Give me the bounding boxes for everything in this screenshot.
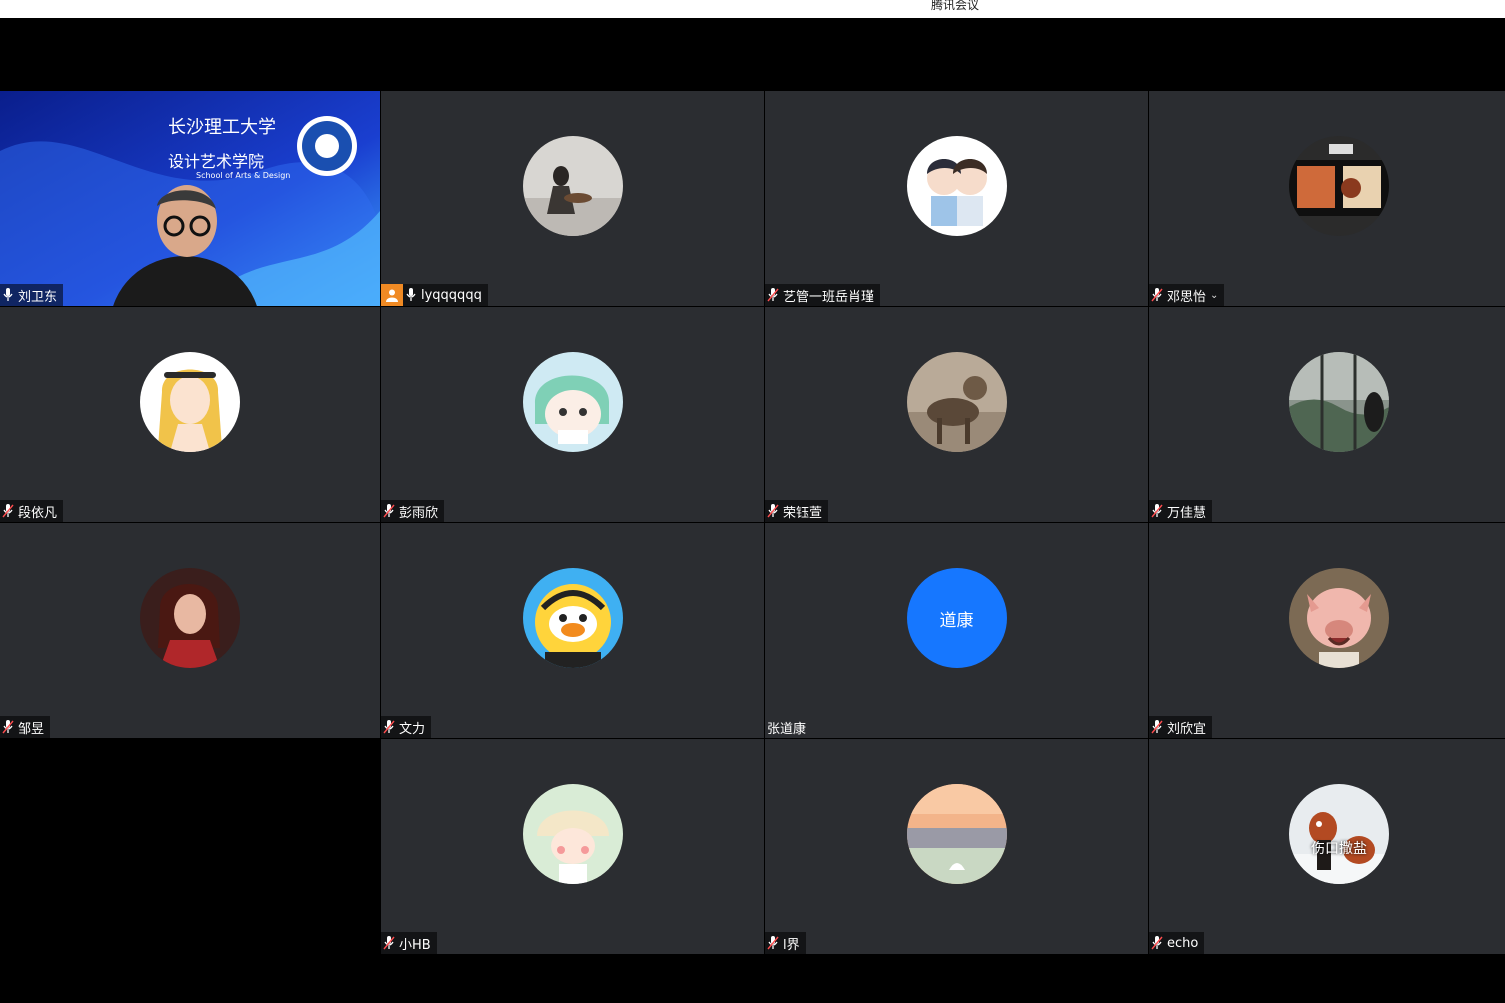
participant-name: 张道康 xyxy=(767,721,807,737)
avatar-overlay-text: 伤口撒盐 xyxy=(1311,841,1367,857)
mic-icon[interactable] xyxy=(403,284,419,306)
avatar-image xyxy=(140,568,240,668)
participant-tile[interactable]: 荣钰萱 xyxy=(765,307,1148,522)
mic-icon[interactable] xyxy=(0,284,16,306)
participant-name: 万佳慧 xyxy=(1167,505,1207,521)
participant-name: 荣钰萱 xyxy=(783,505,823,521)
participant-name: 彭雨欣 xyxy=(399,505,439,521)
avatar-image xyxy=(1289,568,1389,668)
participant-name: 邓思怡 xyxy=(1167,289,1207,305)
mic-muted-icon[interactable] xyxy=(381,500,397,522)
participant-name: 刘欣宜 xyxy=(1167,721,1207,737)
mic-muted-icon[interactable] xyxy=(765,284,781,306)
mic-muted-icon[interactable] xyxy=(0,500,16,522)
host-icon xyxy=(381,284,403,306)
avatar-image xyxy=(1289,352,1389,452)
participant-tile[interactable]: 刘欣宜 xyxy=(1149,523,1505,738)
participant-name: 小HB xyxy=(399,937,431,953)
avatar-image xyxy=(522,136,623,236)
participant-name: l界 xyxy=(783,937,800,953)
participant-name: 刘卫东 xyxy=(18,289,58,305)
mic-muted-icon[interactable] xyxy=(381,932,397,954)
participant-tile[interactable]: 艺管一班岳肖瑾 xyxy=(765,91,1148,306)
participant-name: echo xyxy=(1167,935,1199,951)
participant-label: 邹昱 xyxy=(0,716,51,738)
participant-label: 小HB xyxy=(381,932,437,954)
participant-label: 彭雨欣 xyxy=(381,500,445,522)
chevron-down-icon[interactable]: ⌄ xyxy=(1210,290,1218,301)
avatar-image xyxy=(140,352,240,452)
participant-label: 荣钰萱 xyxy=(765,500,829,522)
mic-muted-icon[interactable] xyxy=(765,500,781,522)
participant-tile-video[interactable]: 长沙理工大学 设计艺术学院 School of Arts & Design 刘卫… xyxy=(0,91,380,306)
mic-muted-icon[interactable] xyxy=(1149,716,1165,738)
participant-tile[interactable]: 彭雨欣 xyxy=(381,307,764,522)
participant-label: 邓思怡 ⌄ xyxy=(1149,284,1225,306)
participant-label: lyqqqqqq xyxy=(381,284,488,306)
mic-muted-icon[interactable] xyxy=(1149,932,1165,954)
mic-muted-icon[interactable] xyxy=(1149,284,1165,306)
participant-label: 万佳慧 xyxy=(1149,500,1213,522)
participant-tile[interactable]: 万佳慧 xyxy=(1149,307,1505,522)
participant-tile[interactable]: lyqqqqqq xyxy=(381,91,764,306)
banner-text-english: School of Arts & Design xyxy=(196,171,291,180)
participant-name: 艺管一班岳肖瑾 xyxy=(783,289,875,305)
avatar-image xyxy=(522,568,623,668)
window-title: 腾讯会议 xyxy=(930,0,979,12)
participant-tile[interactable]: 伤口撒盐 echo xyxy=(1149,739,1505,954)
participant-label: 段依凡 xyxy=(0,500,64,522)
participant-name: lyqqqqqq xyxy=(421,287,482,303)
avatar-image xyxy=(1289,136,1389,236)
participant-tile[interactable]: 邓思怡 ⌄ xyxy=(1149,91,1505,306)
avatar-image xyxy=(522,784,623,884)
participant-tile[interactable]: 小HB xyxy=(381,739,764,954)
participant-label: 刘欣宜 xyxy=(1149,716,1213,738)
participant-tile[interactable]: 文力 xyxy=(381,523,764,738)
participant-tile[interactable]: l界 xyxy=(765,739,1148,954)
avatar-initials: 道康 xyxy=(906,568,1007,668)
participant-tile[interactable]: 段依凡 xyxy=(0,307,380,522)
participant-tile[interactable]: 道康张道康 xyxy=(765,523,1148,738)
title-bar: 腾讯会议 xyxy=(0,0,1505,18)
participant-label: echo xyxy=(1149,932,1205,954)
participant-tile[interactable]: 邹昱 xyxy=(0,523,380,738)
mic-muted-icon[interactable] xyxy=(1149,500,1165,522)
banner-text-school: 长沙理工大学 xyxy=(168,117,276,138)
mic-muted-icon[interactable] xyxy=(0,716,16,738)
participant-label: 艺管一班岳肖瑾 xyxy=(765,284,881,306)
participant-label: 文力 xyxy=(381,716,432,738)
banner-text-college: 设计艺术学院 xyxy=(168,152,265,171)
avatar-image xyxy=(906,352,1007,452)
mic-muted-icon[interactable] xyxy=(765,932,781,954)
participant-name: 段依凡 xyxy=(18,505,58,521)
participant-label: 刘卫东 xyxy=(0,284,64,306)
participant-name: 邹昱 xyxy=(18,721,45,737)
participant-label: l界 xyxy=(765,932,806,954)
avatar-image xyxy=(906,136,1007,236)
mic-muted-icon[interactable] xyxy=(381,716,397,738)
avatar-image xyxy=(522,352,623,452)
participant-label: 张道康 xyxy=(765,716,812,738)
avatar-image: 伤口撒盐 xyxy=(1289,784,1389,884)
avatar-image xyxy=(906,784,1007,884)
participant-name: 文力 xyxy=(399,721,426,737)
